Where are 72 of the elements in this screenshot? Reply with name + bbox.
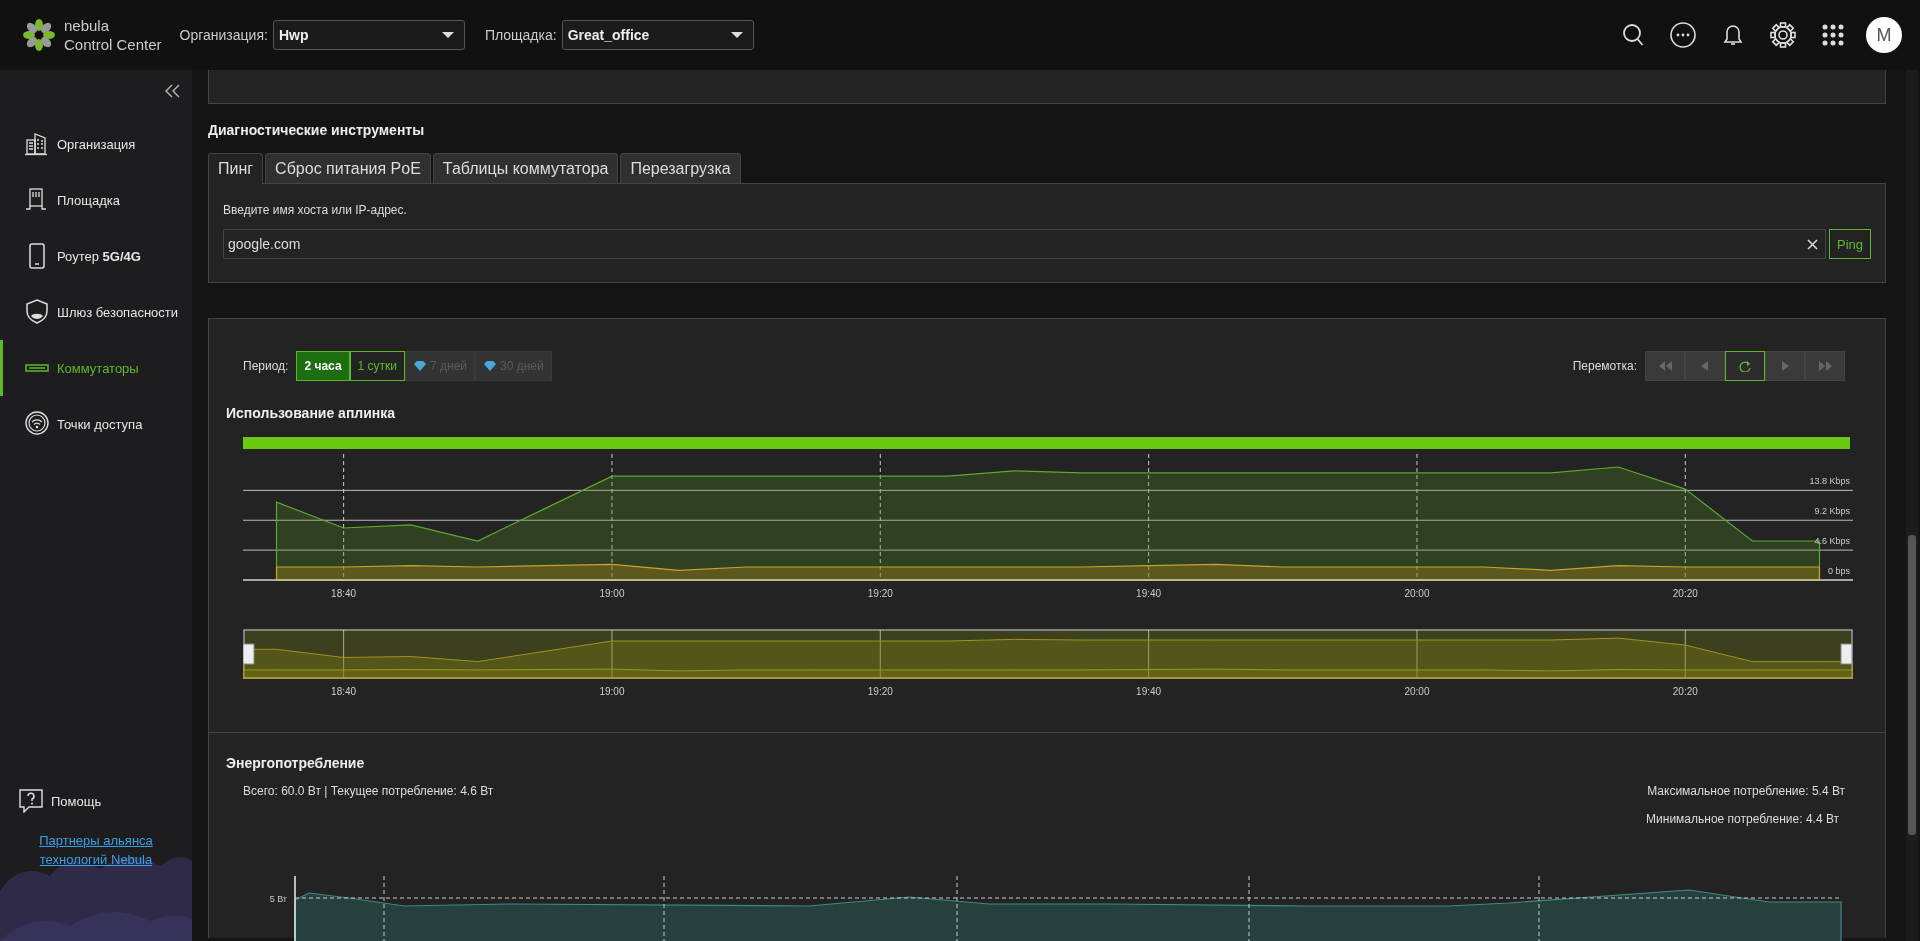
bell-icon[interactable] [1722,23,1744,47]
search-icon[interactable] [1622,23,1644,47]
refresh-icon [1737,360,1753,372]
more-icon[interactable] [1670,22,1696,48]
axis-label: 19:40 [1136,686,1162,697]
axis-label: 9.2 Kbps [1814,506,1850,517]
axis-label: 20:20 [1672,686,1698,697]
period-label: Период: [243,359,289,373]
org-select[interactable]: Hwp [272,20,465,50]
axis-label: 20:20 [1672,588,1698,599]
close-icon[interactable] [1806,239,1818,250]
site-select[interactable]: Great_office [561,20,754,50]
fast-forward-icon [1817,360,1833,372]
section-title: Диагностические инструменты [208,122,426,138]
axis-label: 19:00 [599,588,625,599]
rewind-label: Перемотка: [1572,359,1637,373]
range-handle[interactable] [243,643,255,665]
sidebar-item[interactable]: Роутер 5G/4G [0,228,192,284]
period-button[interactable]: 2 часа [296,351,350,381]
scrollbar-thumb[interactable] [1908,535,1916,835]
field-label: Площадка: [484,27,557,43]
power-summary: Всего: 60.0 Вт | Текущее потребление: 4.6 Вт [243,784,494,798]
rewind-icon [1657,360,1673,372]
avatar[interactable]: M [1866,17,1902,53]
power-max: Максимальное потребление: 5.4 Вт [1647,784,1845,798]
ping-button[interactable]: Ping [1828,229,1871,259]
axis-label: 18:40 [331,686,357,697]
axis-label: 0 bps [1827,566,1850,576]
tab[interactable]: Перезагрузка [620,153,741,183]
sidebar-item[interactable]: Организация [0,116,192,172]
axis-label: 13.8 Kbps [1809,476,1850,487]
help-icon [19,789,43,813]
axis-label: 19:20 [867,686,893,697]
caret-icon [441,32,454,38]
gate-icon [25,187,49,213]
building-icon [25,131,49,157]
range-handle[interactable] [1840,643,1853,665]
axis-label: 18:40 [331,588,357,599]
sidebar-item[interactable]: Шлюз безопасности [0,284,192,340]
overview-chart[interactable] [243,629,1853,679]
field-label: Организация: [179,27,268,43]
period-button[interactable]: 1 сутки [349,351,406,381]
axis-label: 19:20 [867,588,893,599]
refresh-button[interactable] [1725,351,1765,381]
tab[interactable]: Таблицы коммутатора [432,153,619,183]
sidebar-item[interactable]: Точки доступа [0,396,192,452]
wifi-icon [25,411,49,437]
collapse-icon[interactable] [165,84,180,98]
tab[interactable]: Пинг [208,153,264,184]
logo-icon[interactable] [22,18,56,52]
settings-icon[interactable] [1770,22,1796,48]
caret-icon [730,32,743,38]
logo-text: Control Center [64,35,162,54]
chart-title: Использование аплинка [226,405,397,423]
axis-label: 20:00 [1404,686,1430,697]
logo-text: nebula [64,16,111,35]
switch-icon [25,364,49,372]
axis-label: 4.6 Kbps [1814,536,1850,547]
tab[interactable]: Сброс питания PoE [265,153,431,183]
host-input[interactable]: google.com [223,229,1826,259]
axis-label: 5 Вт [269,894,287,904]
power-min: Минимальное потребление: 4.4 Вт [1645,812,1840,826]
axis-label: 19:00 [599,686,625,697]
field-hint: Введите имя хоста или IP-адрес. [223,203,408,217]
axis-label: 20:00 [1404,588,1430,599]
sidebar-item[interactable]: Площадка [0,172,192,228]
help-link[interactable]: Помощь [0,789,192,813]
shield-icon [25,299,49,325]
section-title: Энергопотребление [226,755,366,771]
axis-label: 19:40 [1136,588,1162,599]
apps-icon[interactable] [1822,24,1844,46]
partners-link[interactable]: Партнеры альянса технологий Nebula [26,831,166,869]
